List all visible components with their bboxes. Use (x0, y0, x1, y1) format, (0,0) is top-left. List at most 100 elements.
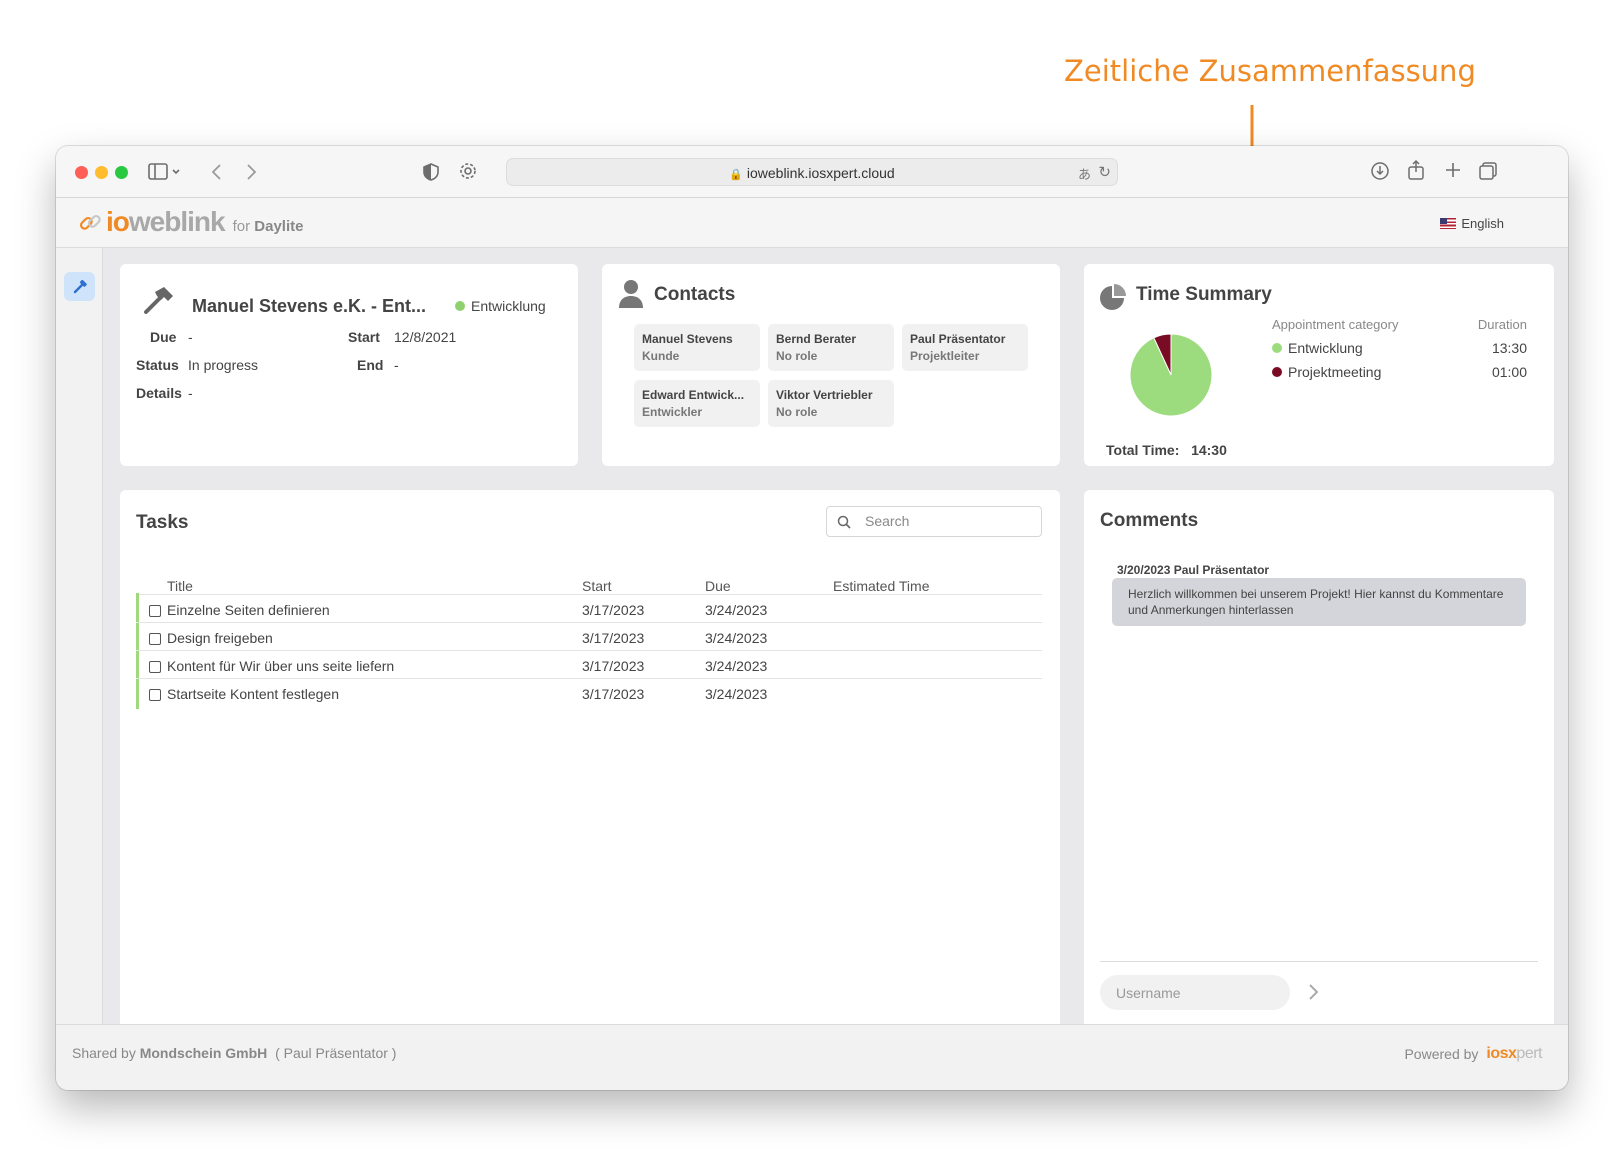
project-category-badge: Entwicklung (455, 298, 546, 314)
start-value: 12/8/2021 (394, 329, 457, 345)
iosxpert-logo[interactable]: iosxpert (1486, 1045, 1542, 1063)
app-header: io weblink for Daylite English (56, 198, 1568, 248)
status-label: Status (136, 357, 179, 373)
sidebar-toggle-icon[interactable] (148, 162, 182, 182)
task-title: Design freigeben (167, 630, 273, 646)
total-time: Total Time: 14:30 (1106, 442, 1227, 458)
details-label: Details (136, 385, 182, 401)
shared-by-person: ( Paul Präsentator ) (275, 1045, 397, 1061)
sidebar (56, 248, 103, 1024)
contact-name: Edward Entwick... (642, 388, 745, 402)
category-dot (1272, 343, 1282, 353)
tasks-card: Tasks Title Start Due Estimated Time Ein… (120, 490, 1060, 1032)
language-selector[interactable]: English (1440, 216, 1504, 231)
task-start: 3/17/2023 (582, 686, 645, 702)
hammer-icon (144, 287, 173, 314)
downloads-icon[interactable] (1370, 161, 1390, 181)
category-dot (455, 301, 465, 311)
contact-role: No role (776, 349, 818, 363)
start-label: Start (348, 329, 380, 345)
task-due: 3/24/2023 (705, 602, 768, 618)
status-value: In progress (188, 357, 259, 373)
task-due: 3/24/2023 (705, 658, 768, 674)
task-title: Kontent für Wir über uns seite liefern (167, 658, 395, 674)
address-bar[interactable]: 🔒 ioweblink.iosxpert.cloud あ ↻ (506, 158, 1118, 186)
shared-by-text: Shared by Mondschein GmbH ( Paul Präsent… (72, 1045, 397, 1061)
minimize-window-button[interactable] (95, 166, 108, 179)
shared-by-org: Mondschein GmbH (139, 1045, 268, 1061)
time-summary-card: Time Summary Appointment category Durati… (1084, 264, 1554, 466)
url-text: 🔒 ioweblink.iosxpert.cloud (729, 165, 895, 181)
settings-gear-icon[interactable] (458, 161, 478, 181)
comment-bubble: Herzlich willkommen bei unserem Projekt!… (1112, 578, 1526, 626)
end-label: End (357, 357, 384, 373)
time-duration: 13:30 (1491, 340, 1527, 356)
translate-icon[interactable]: あ (1078, 164, 1091, 183)
column-header-due[interactable]: Due (705, 578, 731, 594)
task-checkbox[interactable] (149, 633, 161, 645)
us-flag-icon (1440, 218, 1457, 229)
table-divider (136, 650, 1042, 651)
contact-chip[interactable]: Paul Präsentator Projektleiter (902, 324, 1028, 371)
privacy-shield-icon[interactable] (422, 162, 440, 182)
hammer-icon (73, 279, 87, 293)
new-tab-icon[interactable] (1445, 162, 1461, 178)
contact-chip[interactable]: Viktor Vertriebler No role (768, 380, 894, 427)
logo-for-text: for Daylite (232, 218, 304, 235)
contacts-card: Contacts Manuel Stevens Kunde Bernd Bera… (602, 264, 1060, 466)
column-header-category: Appointment category (1272, 317, 1399, 332)
pie-chart-icon (1100, 284, 1126, 310)
task-checkbox[interactable] (149, 689, 161, 701)
contact-name: Paul Präsentator (910, 332, 1006, 346)
time-summary-pie-chart (1129, 333, 1213, 417)
contact-name: Manuel Stevens (642, 332, 733, 346)
task-start: 3/17/2023 (582, 658, 645, 674)
forward-icon[interactable] (244, 163, 258, 181)
time-category-row: Entwicklung (1272, 340, 1363, 356)
footer: Shared by Mondschein GmbH ( Paul Präsent… (56, 1024, 1568, 1090)
contact-role: Entwickler (642, 405, 703, 419)
contact-chip[interactable]: Edward Entwick... Entwickler (634, 380, 760, 427)
close-window-button[interactable] (75, 166, 88, 179)
lock-icon: 🔒 (729, 169, 743, 181)
powered-by: Powered by iosxpert (1404, 1045, 1542, 1063)
language-label: English (1461, 216, 1504, 231)
chevron-right-icon (1309, 984, 1319, 1000)
contact-chip[interactable]: Bernd Berater No role (768, 324, 894, 371)
time-summary-title: Time Summary (1136, 284, 1272, 305)
sidebar-item-projects[interactable] (64, 272, 95, 301)
username-input[interactable] (1100, 975, 1290, 1010)
table-divider (136, 678, 1042, 679)
column-header-start[interactable]: Start (582, 578, 612, 594)
time-category-row: Projektmeeting (1272, 364, 1381, 380)
details-value: - (188, 385, 193, 401)
contact-name: Viktor Vertriebler (776, 388, 873, 402)
column-header-title[interactable]: Title (167, 578, 193, 594)
pie-slice-entwicklung (1129, 333, 1213, 417)
tab-overview-icon[interactable] (1478, 161, 1498, 181)
contact-chip[interactable]: Manuel Stevens Kunde (634, 324, 760, 371)
project-card: Manuel Stevens e.K. - Ent... Entwicklung… (120, 264, 578, 466)
zoom-window-button[interactable] (115, 166, 128, 179)
contact-role: Kunde (642, 349, 680, 363)
send-comment-button[interactable] (1306, 982, 1324, 1002)
column-header-estimated-time[interactable]: Estimated Time (833, 578, 929, 594)
link-chain-icon (79, 214, 101, 230)
task-title: Startseite Kontent festlegen (167, 686, 339, 702)
table-divider (136, 622, 1042, 623)
task-checkbox[interactable] (149, 661, 161, 673)
back-icon[interactable] (210, 163, 224, 181)
task-group-accent (136, 593, 139, 709)
comment-meta: 3/20/2023 Paul Präsentator (1117, 563, 1270, 577)
tasks-title: Tasks (136, 512, 189, 533)
time-duration: 01:00 (1491, 364, 1527, 380)
reload-icon[interactable]: ↻ (1098, 163, 1111, 181)
contact-role: Projektleiter (910, 349, 980, 363)
task-checkbox[interactable] (149, 605, 161, 617)
task-due: 3/24/2023 (705, 630, 768, 646)
app-logo[interactable]: io weblink for Daylite (78, 206, 304, 238)
search-input[interactable] (865, 513, 1035, 529)
share-icon[interactable] (1407, 159, 1425, 181)
task-search-box[interactable] (826, 506, 1042, 537)
contact-role: No role (776, 405, 818, 419)
